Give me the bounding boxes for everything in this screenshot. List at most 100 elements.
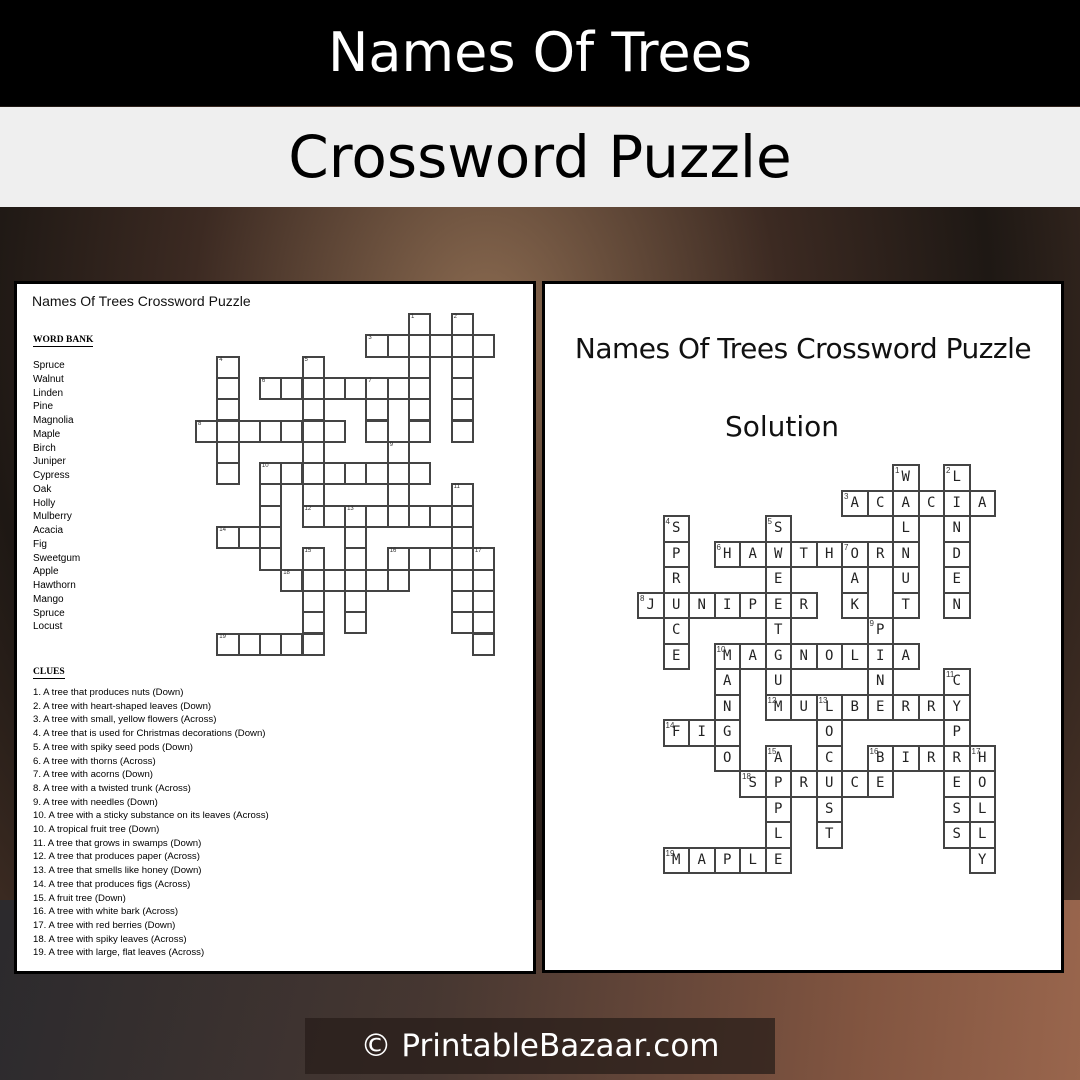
crossword-cell[interactable] — [386, 376, 410, 401]
crossword-cell[interactable] — [365, 462, 389, 486]
crossword-cell[interactable] — [258, 547, 283, 571]
crossword-cell[interactable] — [301, 376, 325, 401]
crossword-cell[interactable] — [258, 483, 283, 507]
crossword-cell[interactable] — [280, 462, 304, 486]
crossword-cell[interactable]: 4 — [216, 355, 240, 379]
answer-letter: A — [774, 749, 783, 766]
crossword-cell[interactable] — [301, 440, 325, 465]
crossword-cell[interactable] — [258, 419, 283, 443]
crossword-cell[interactable] — [322, 504, 347, 528]
crossword-cell[interactable] — [471, 611, 496, 635]
crossword-cell[interactable] — [450, 504, 474, 528]
crossword-cell[interactable] — [429, 504, 453, 528]
crossword-cell[interactable]: 16 — [386, 547, 410, 571]
crossword-cell[interactable]: 18 — [280, 568, 304, 592]
crossword-cell[interactable] — [216, 462, 240, 486]
crossword-cell[interactable]: 12 — [301, 504, 325, 528]
crossword-cell[interactable] — [386, 462, 410, 486]
crossword-cell[interactable] — [301, 398, 325, 422]
crossword-cell[interactable] — [216, 440, 240, 465]
crossword-cell[interactable] — [450, 419, 474, 443]
crossword-cell[interactable]: 17 — [471, 547, 496, 571]
crossword-cell[interactable] — [408, 462, 432, 486]
crossword-cell[interactable] — [301, 568, 325, 592]
crossword-cell[interactable] — [450, 526, 474, 550]
crossword-cell[interactable] — [450, 376, 474, 401]
crossword-cell[interactable]: 19 — [216, 632, 240, 656]
crossword-cell[interactable] — [322, 419, 347, 443]
crossword-cell[interactable] — [386, 568, 410, 592]
crossword-cell[interactable] — [258, 632, 283, 656]
crossword-cell[interactable] — [322, 568, 347, 592]
crossword-cell[interactable] — [216, 419, 240, 443]
crossword-cell[interactable] — [386, 483, 410, 507]
crossword-cell[interactable]: 7 — [365, 376, 389, 401]
crossword-cell[interactable] — [344, 462, 368, 486]
crossword-cell[interactable] — [450, 589, 474, 614]
crossword-cell[interactable] — [471, 334, 496, 358]
crossword-cell[interactable]: 13 — [344, 504, 368, 528]
crossword-cell[interactable]: 3 — [365, 334, 389, 358]
crossword-cell[interactable]: 9 — [386, 440, 410, 465]
crossword-cell[interactable] — [237, 526, 261, 550]
crossword-cell[interactable] — [408, 334, 432, 358]
crossword-cell[interactable] — [322, 462, 347, 486]
crossword-cell[interactable] — [408, 355, 432, 379]
crossword-cell[interactable] — [471, 632, 496, 656]
crossword-cell[interactable] — [237, 632, 261, 656]
crossword-cell[interactable] — [386, 504, 410, 528]
crossword-cell[interactable] — [344, 547, 368, 571]
crossword-cell[interactable] — [365, 419, 389, 443]
crossword-cell[interactable] — [258, 526, 283, 550]
crossword-cell[interactable]: 2 — [450, 313, 474, 337]
crossword-cell[interactable] — [280, 419, 304, 443]
crossword-cell[interactable] — [301, 589, 325, 614]
crossword-cell[interactable] — [280, 632, 304, 656]
crossword-cell[interactable] — [216, 376, 240, 401]
crossword-cell[interactable] — [301, 632, 325, 656]
crossword-cell[interactable] — [365, 398, 389, 422]
crossword-cell[interactable]: 1 — [408, 313, 432, 337]
crossword-cell[interactable]: 10 — [258, 462, 283, 486]
crossword-cell[interactable] — [408, 547, 432, 571]
crossword-cell[interactable] — [450, 398, 474, 422]
crossword-cell[interactable] — [301, 611, 325, 635]
solution-page: Names Of Trees Crossword Puzzle Solution… — [542, 281, 1064, 973]
crossword-cell[interactable] — [450, 611, 474, 635]
crossword-cell[interactable] — [450, 334, 474, 358]
crossword-cell[interactable] — [344, 376, 368, 401]
crossword-cell[interactable] — [429, 547, 453, 571]
crossword-cell[interactable] — [344, 589, 368, 614]
crossword-cell[interactable] — [471, 589, 496, 614]
crossword-cell[interactable]: 8 — [195, 419, 219, 443]
crossword-cell[interactable] — [408, 504, 432, 528]
crossword-cell[interactable] — [344, 611, 368, 635]
crossword-cell[interactable]: 14 — [216, 526, 240, 550]
crossword-cell[interactable] — [408, 419, 432, 443]
crossword-cell[interactable] — [450, 568, 474, 592]
crossword-cell[interactable] — [429, 334, 453, 358]
crossword-cell[interactable] — [301, 483, 325, 507]
crossword-cell[interactable] — [408, 376, 432, 401]
crossword-cell[interactable]: 11 — [450, 483, 474, 507]
crossword-cell[interactable]: 6 — [258, 376, 283, 401]
crossword-cell[interactable] — [450, 355, 474, 379]
crossword-cell[interactable] — [450, 547, 474, 571]
crossword-cell[interactable] — [237, 419, 261, 443]
crossword-cell[interactable] — [301, 462, 325, 486]
crossword-cell[interactable]: 15 — [301, 547, 325, 571]
crossword-cell[interactable]: 5 — [301, 355, 325, 379]
crossword-cell[interactable] — [408, 398, 432, 422]
crossword-cell[interactable] — [344, 526, 368, 550]
crossword-cell[interactable] — [365, 568, 389, 592]
crossword-cell[interactable] — [344, 568, 368, 592]
crossword-cell[interactable] — [216, 398, 240, 422]
crossword-cell[interactable] — [280, 376, 304, 401]
crossword-cell[interactable] — [386, 334, 410, 358]
crossword-cell[interactable] — [471, 568, 496, 592]
crossword-cell: E — [943, 566, 971, 594]
crossword-cell[interactable] — [258, 504, 283, 528]
crossword-cell[interactable] — [322, 376, 347, 401]
crossword-cell[interactable] — [365, 504, 389, 528]
crossword-cell[interactable] — [301, 419, 325, 443]
